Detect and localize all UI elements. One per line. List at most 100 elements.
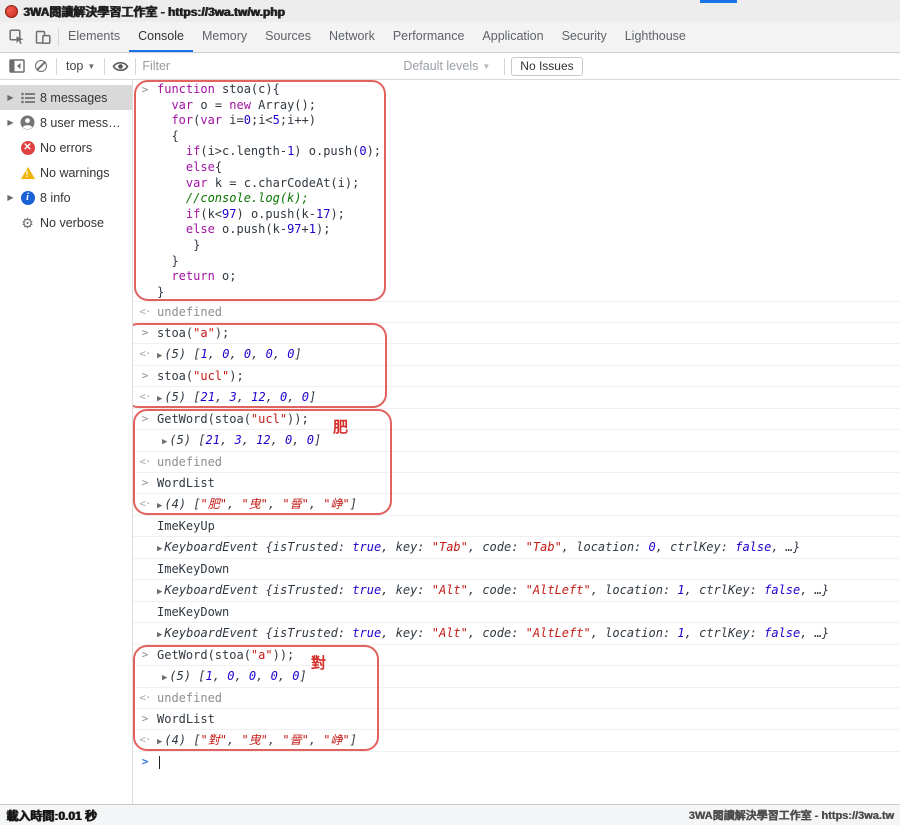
token-str: "a" <box>251 648 273 662</box>
token-pl: ] <box>300 669 307 683</box>
console-row-prompt: > <box>133 752 900 773</box>
token-str: "Alt" <box>432 583 468 597</box>
inspect-element-icon[interactable] <box>8 28 26 46</box>
clear-console-icon[interactable] <box>32 57 50 75</box>
token-bool: false <box>764 626 800 640</box>
token-num: 5 <box>273 113 280 127</box>
disclosure-triangle-icon[interactable]: ▶ <box>6 193 15 202</box>
token-pl: ] <box>314 433 321 447</box>
tab-lighthouse[interactable]: Lighthouse <box>616 22 695 52</box>
token-pl: , <box>213 669 227 683</box>
token-pl: , …} <box>800 626 829 640</box>
token-bool: true <box>352 626 381 640</box>
token-num: 0 <box>287 347 294 361</box>
no-issues-button[interactable]: No Issues <box>511 57 582 76</box>
token-pl: , ctrlKey: <box>656 540 735 554</box>
console-row-content: stoa("a"); <box>157 325 229 341</box>
tab-application[interactable]: Application <box>473 22 552 52</box>
tab-elements[interactable]: Elements <box>59 22 129 52</box>
console-row-result: <·▶(4) ["肥", "曳", "晉", "峥"] <box>133 494 900 516</box>
error-icon: ✕ <box>20 140 35 155</box>
console-row-result: <·▶(5) [21, 3, 12, 0, 0] <box>133 387 900 409</box>
token-str: "晉" <box>282 733 308 747</box>
console-row-content[interactable] <box>157 754 160 770</box>
token-pl: )); <box>273 648 295 662</box>
token-pl: )); <box>287 412 309 426</box>
token-pl: , <box>287 390 301 404</box>
divider <box>56 58 57 75</box>
tab-console[interactable]: Console <box>129 22 193 52</box>
token-str: "肥" <box>201 497 227 511</box>
live-expression-eye-icon[interactable] <box>111 57 129 75</box>
sidebar-item-user-messages[interactable]: ▶8 user mess… <box>0 110 132 135</box>
token-pl: (k< <box>200 207 222 221</box>
console-toolbar: top ▼ Default levels ▼ No Issues <box>0 53 900 80</box>
chevron-down-icon: ▼ <box>87 62 95 71</box>
token-pl: , <box>256 669 270 683</box>
return-value-icon: <· <box>133 304 157 320</box>
token-pl: } <box>157 285 164 299</box>
token-str: "曳" <box>241 733 267 747</box>
token-kw: new <box>229 98 251 112</box>
token-pl: ] <box>350 733 357 747</box>
console-row-result-muted: <·undefined <box>133 688 900 709</box>
disclosure-triangle-icon[interactable]: ▶ <box>6 93 15 102</box>
token-pl: KeyboardEvent {isTrusted: <box>164 540 352 554</box>
token-kw: function <box>157 82 215 96</box>
token-pl: ); <box>215 326 229 340</box>
token-num: 0 <box>302 390 309 404</box>
console-row-log: ImeKeyDown <box>133 559 900 580</box>
console-row-log: ImeKeyDown <box>133 602 900 623</box>
sidebar-item-verbose[interactable]: ⚙No verbose <box>0 210 132 235</box>
tab-security[interactable]: Security <box>553 22 616 52</box>
console-row-command: >WordList <box>133 709 900 730</box>
token-pl: ) o.push( <box>294 144 359 158</box>
console-sidebar-toggle-icon[interactable] <box>8 57 26 75</box>
sidebar-item-errors[interactable]: ✕No errors <box>0 135 132 160</box>
console-row-content: ▶KeyboardEvent {isTrusted: true, key: "T… <box>157 539 800 557</box>
disclosure-triangle-icon[interactable]: ▶ <box>6 118 15 127</box>
console-row-content: ▶(5) [1, 0, 0, 0, 0] <box>157 346 302 364</box>
token-pl: (i>c.length- <box>200 144 287 158</box>
token-bool: false <box>764 583 800 597</box>
console-messages: >function stoa(c){ var o = new Array(); … <box>133 80 900 804</box>
token-str: "峥" <box>323 497 349 511</box>
token-pl: ImeKeyDown <box>157 605 229 619</box>
tab-network[interactable]: Network <box>320 22 384 52</box>
console-row-command: >GetWord(stoa("ucl")); <box>133 409 900 430</box>
context-label: top <box>66 59 83 73</box>
sidebar-item-label: 8 messages <box>40 91 107 105</box>
token-pl: KeyboardEvent {isTrusted: <box>164 583 352 597</box>
sidebar-item-messages[interactable]: ▶ 8 messages <box>0 85 132 110</box>
text-cursor[interactable] <box>159 756 160 769</box>
sidebar-item-info[interactable]: ▶i8 info <box>0 185 132 210</box>
console-row-log: ImeKeyUp <box>133 516 900 537</box>
annotated-group-A: >function stoa(c){ var o = new Array(); … <box>133 80 900 302</box>
load-time-text: 載入時間:0.01 秒 <box>6 807 97 824</box>
return-value-icon: <· <box>133 732 157 748</box>
sidebar-item-warnings[interactable]: No warnings <box>0 160 132 185</box>
filter-input[interactable] <box>142 56 397 76</box>
token-pl: , <box>227 497 241 511</box>
tab-sources[interactable]: Sources <box>256 22 320 52</box>
token-pl: , code: <box>468 583 526 597</box>
token-num: 97 <box>222 207 236 221</box>
token-str: "晉" <box>282 497 308 511</box>
console-row-result: <·▶(4) ["對", "曳", "晉", "峥"] <box>133 730 900 752</box>
console-row-result: <·▶(5) [1, 0, 0, 0, 0] <box>133 344 900 366</box>
log-levels-dropdown[interactable]: Default levels ▼ <box>403 59 490 73</box>
token-kw: else <box>186 160 215 174</box>
token-pl <box>157 160 186 174</box>
token-num: 1 <box>201 347 208 361</box>
token-pl: , <box>278 669 292 683</box>
token-num: 0 <box>266 347 273 361</box>
chevron-down-icon: ▼ <box>482 62 490 71</box>
device-toolbar-icon[interactable] <box>34 28 52 46</box>
execution-context-selector[interactable]: top ▼ <box>63 59 98 73</box>
token-num: 3 <box>229 390 236 404</box>
tab-performance[interactable]: Performance <box>384 22 474 52</box>
tab-memory[interactable]: Memory <box>193 22 256 52</box>
command-chevron-icon: > <box>133 82 157 98</box>
token-pl: , <box>220 433 234 447</box>
window-title: 3WA閱讀解決學習工作室 - https://3wa.tw/w.php <box>23 3 285 20</box>
